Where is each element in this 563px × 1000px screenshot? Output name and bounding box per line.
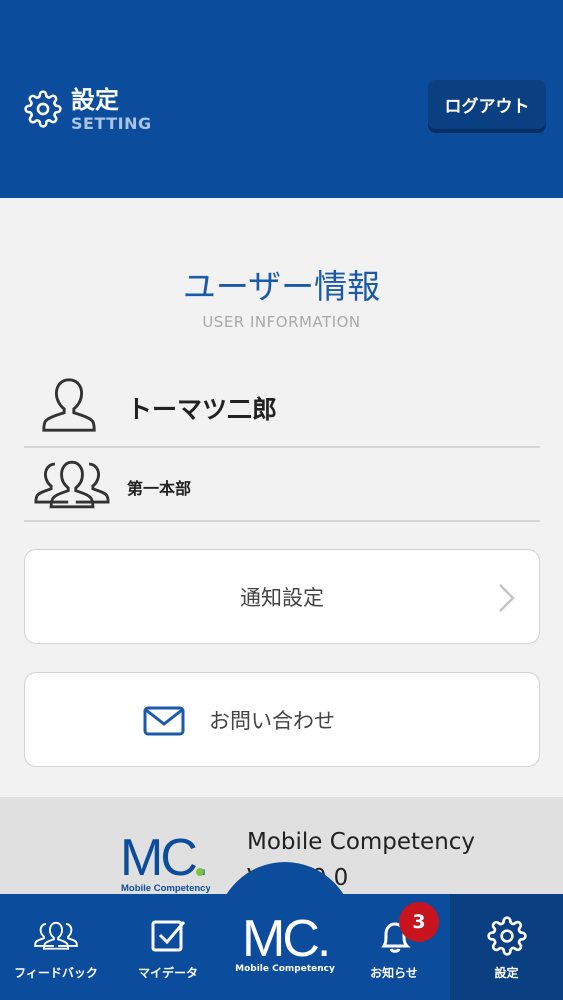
nav-home-button[interactable]: MC. Mobile Competency [230,904,340,994]
nav-mydata[interactable]: マイデータ [112,894,224,1000]
page-subtitle: SETTING [71,114,152,133]
notification-settings-label: 通知設定 [240,585,324,610]
chevron-right-icon [499,584,515,612]
mail-icon [143,706,185,736]
contact-label: お問い合わせ [209,708,335,733]
notification-settings-button[interactable]: 通知設定 [24,549,540,644]
user-info-subtitle: USER INFORMATION [202,313,361,331]
user-info-title: ユーザー情報 [182,267,381,306]
svg-text:MC.: MC. [242,910,328,964]
nav-feedback-label: フィードバック [14,966,98,980]
nav-settings-label: 設定 [494,966,519,980]
department-row: 第一本部 [24,448,540,522]
mc-logo: MC. Mobile Competency [120,829,210,894]
mc-home-logo: MC. [242,910,331,964]
nav-feedback[interactable]: フィードバック [0,894,112,1000]
header-bar: 設定 SETTING ログアウト [0,0,563,198]
gear-icon [486,916,527,956]
page-title: 設定 [71,86,119,114]
notice-badge: 3 [399,902,439,942]
feedback-icon [34,921,78,950]
nav-settings[interactable]: 設定 [450,894,563,1000]
app-name: Mobile Competency [247,829,476,855]
svg-text:Mobile Competency: Mobile Competency [121,883,210,894]
user-name-row: トーマツ二郎 [24,370,540,448]
checkbox-icon [151,920,186,952]
mc-home-caption: Mobile Competency [235,964,335,974]
contact-button[interactable]: お問い合わせ [24,672,540,767]
nav-mydata-label: マイデータ [137,966,198,980]
group-icon [34,460,110,509]
logout-button[interactable]: ログアウト [428,80,546,129]
user-icon [42,378,96,432]
gear-icon [24,90,62,128]
user-name: トーマツ二郎 [127,395,278,424]
svg-text:MC.: MC. [120,829,206,887]
nav-notice-label: お知らせ [370,966,418,980]
department-name: 第一本部 [127,479,192,498]
